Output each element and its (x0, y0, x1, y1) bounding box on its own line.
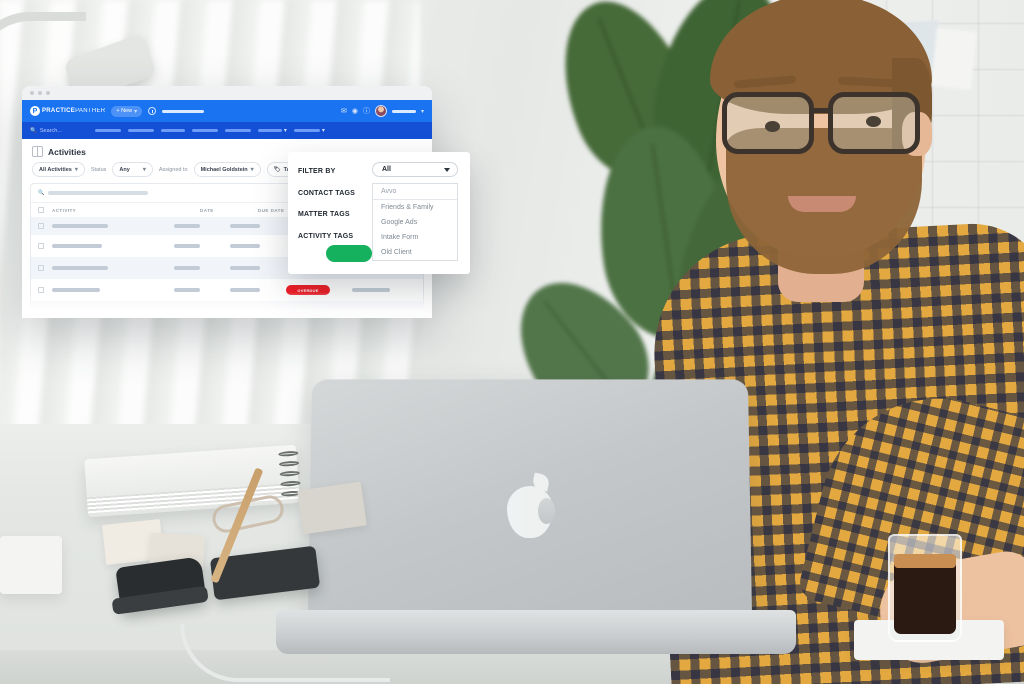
nav-placeholder (162, 109, 205, 113)
tag-icon: 🏷 (273, 166, 281, 173)
nav-item[interactable] (94, 128, 121, 133)
page-title: Activities (48, 146, 86, 157)
minimize-button[interactable] (38, 91, 42, 95)
activity-cell (52, 266, 108, 270)
date-cell (174, 266, 200, 270)
new-button-label: + New (116, 108, 133, 114)
nav-item[interactable] (191, 128, 218, 133)
brand-thin: PANTHER (75, 108, 106, 114)
coffee-glass (888, 534, 962, 642)
tag-search-input[interactable]: Avvo (373, 184, 457, 200)
cable (180, 624, 390, 682)
activity-cell (52, 224, 108, 228)
status-filter-dropdown[interactable]: Any ▾ (112, 162, 153, 177)
maximize-button[interactable] (46, 91, 50, 95)
filter-by-value: All (382, 166, 391, 173)
nav-item[interactable] (127, 128, 154, 133)
tags-dropdown-list: Avvo Friends & Family Google Ads Intake … (372, 183, 458, 261)
nav-item[interactable]: ▾ (293, 127, 325, 134)
eyeglasses (716, 92, 934, 154)
due-date-cell (230, 244, 260, 248)
nav-links: ▾ ▾ (94, 127, 325, 134)
nav-item[interactable] (224, 128, 251, 133)
filter-toggle-switch[interactable] (326, 245, 372, 262)
mouse-pad (297, 481, 367, 535)
search-icon: 🔍 (38, 190, 45, 196)
assigned-filter-value: Michael Goldstein (200, 166, 248, 173)
filter-by-select[interactable]: All (372, 162, 458, 177)
due-date-cell (230, 224, 260, 228)
row-checkbox[interactable] (38, 223, 44, 229)
tag-option-friends-family[interactable]: Friends & Family (373, 200, 457, 215)
chevron-down-icon[interactable]: ▾ (421, 108, 424, 115)
desk-box (0, 536, 62, 594)
row-checkbox[interactable] (38, 265, 44, 271)
info-icon[interactable]: ⓘ (363, 108, 370, 115)
assigned-filter-dropdown[interactable]: Michael Goldstein ▾ (193, 162, 261, 177)
date-cell (174, 244, 200, 248)
date-cell (174, 224, 200, 228)
row-checkbox[interactable] (38, 243, 44, 249)
filter-panel: FILTER BY CONTACT TAGS MATTER TAGS ACTIV… (288, 152, 470, 274)
chevron-down-icon: ▾ (74, 167, 78, 173)
filter-by-label: FILTER BY (298, 168, 336, 176)
window-title-bar (22, 86, 432, 100)
desk-lamp (0, 12, 157, 104)
select-all-checkbox[interactable] (38, 207, 44, 213)
table-fade (22, 292, 432, 318)
due-date-cell (230, 266, 260, 270)
search-placeholder: Search... (39, 127, 62, 134)
brand-bold: PRACTICE (42, 108, 76, 114)
chevron-down-icon: ▾ (142, 167, 146, 173)
chevron-down-icon: ▾ (283, 128, 287, 134)
new-button[interactable]: + New ▾ (111, 105, 143, 117)
user-name-placeholder (391, 109, 416, 113)
chevron-down-icon: ▾ (134, 108, 138, 115)
activities-icon (32, 146, 43, 157)
app-logo[interactable]: P PRACTICEPANTHER (30, 106, 105, 116)
tag-option-old-client[interactable]: Old Client (373, 245, 457, 260)
nav-item[interactable]: ▾ (257, 127, 287, 134)
search-input[interactable]: 🔍 Search... (30, 128, 62, 134)
apple-logo-icon (506, 486, 554, 539)
view-filter-dropdown[interactable]: All Activities ▾ (32, 162, 85, 177)
tag-option-intake-form[interactable]: Intake Form (373, 230, 457, 245)
laptop-lid (307, 379, 753, 619)
envelope-icon[interactable]: ✉ (341, 108, 347, 115)
status-filter-label: Status (90, 166, 107, 173)
search-icon: 🔍 (30, 127, 37, 134)
activity-cell (52, 244, 102, 248)
app-nav-bar: 🔍 Search... ▾ ▾ (22, 122, 432, 139)
status-filter-value: Any (119, 166, 130, 173)
app-top-bar: P PRACTICEPANTHER + New ▾ ✉ ◉ ⓘ ▾ (22, 100, 432, 122)
panther-mark-icon: P (30, 106, 40, 116)
close-button[interactable] (30, 91, 34, 95)
matter-tags-label: MATTER TAGS (298, 211, 350, 219)
assigned-filter-label: Assigned to (158, 166, 188, 173)
view-filter-label: All Activities (39, 166, 72, 173)
activity-tags-label: ACTIVITY TAGS (298, 232, 354, 240)
nav-item[interactable] (160, 128, 185, 133)
tag-option-google-ads[interactable]: Google Ads (373, 215, 457, 230)
contact-tags-label: CONTACT TAGS (298, 189, 355, 197)
column-header-date: DATE (200, 207, 214, 213)
avatar[interactable] (374, 105, 387, 117)
table-search-placeholder (48, 191, 149, 195)
globe-icon[interactable]: ◉ (352, 108, 358, 115)
chevron-down-icon: ▾ (321, 128, 325, 134)
clock-icon[interactable] (148, 107, 157, 115)
column-header-activity: ACTIVITY (52, 207, 77, 213)
chevron-down-icon (444, 167, 450, 172)
chevron-down-icon: ▾ (250, 167, 254, 173)
